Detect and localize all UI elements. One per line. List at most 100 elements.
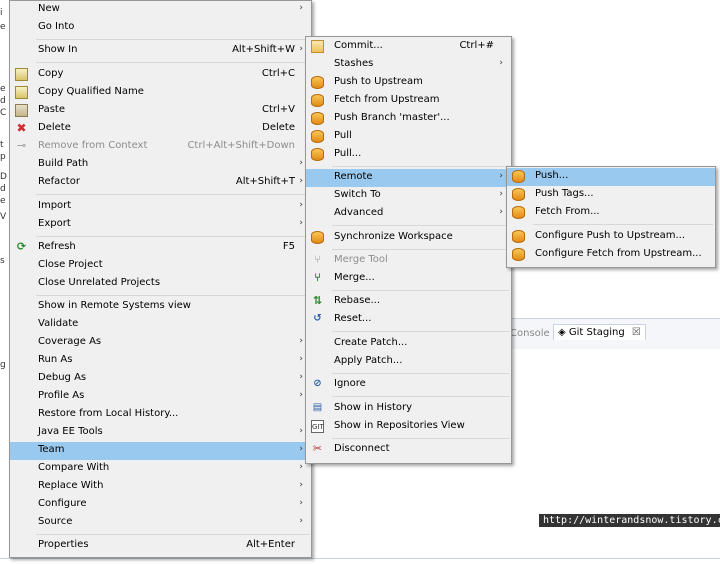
menu-item-new[interactable]: New › bbox=[10, 1, 311, 19]
menu-separator bbox=[332, 438, 509, 439]
menu-item-show-in-remote-systems[interactable]: Show in Remote Systems view bbox=[10, 298, 311, 316]
menu-item-debug-as[interactable]: Debug As › bbox=[10, 370, 311, 388]
merge-tool-icon: ⑂ bbox=[314, 253, 321, 266]
menu-item-copy-qualified-name[interactable]: Copy Qualified Name bbox=[10, 84, 311, 102]
menu-item-pull[interactable]: Pull bbox=[306, 128, 511, 146]
menu-item-close-project[interactable]: Close Project bbox=[10, 257, 311, 275]
submenu-arrow-icon: › bbox=[299, 3, 303, 13]
menu-item-reset[interactable]: ↺ Reset... bbox=[306, 311, 511, 329]
menu-separator bbox=[36, 194, 309, 195]
menu-item-compare-with[interactable]: Compare With › bbox=[10, 460, 311, 478]
remote-submenu: Push... Push Tags... Fetch From... Confi… bbox=[506, 166, 716, 268]
submenu-arrow-icon: › bbox=[499, 171, 503, 181]
commit-icon bbox=[311, 40, 324, 53]
menu-item-commit[interactable]: Commit... Ctrl+# bbox=[306, 38, 511, 56]
menu-item-merge-tool: ⑂ Merge Tool bbox=[306, 252, 511, 270]
submenu-arrow-icon: › bbox=[299, 390, 303, 400]
menu-item-coverage-as[interactable]: Coverage As › bbox=[10, 334, 311, 352]
menu-item-validate[interactable]: Validate bbox=[10, 316, 311, 334]
submenu-arrow-icon: › bbox=[299, 158, 303, 168]
menu-item-remote[interactable]: Remote › bbox=[306, 169, 511, 187]
console-tab[interactable]: Console bbox=[510, 328, 550, 339]
menu-separator bbox=[332, 396, 509, 397]
submenu-arrow-icon: › bbox=[299, 426, 303, 436]
paste-icon bbox=[15, 104, 28, 117]
menu-item-delete[interactable]: ✖ Delete Delete bbox=[10, 120, 311, 138]
git-staging-tab[interactable]: ◈ Git Staging ☒ bbox=[553, 324, 646, 340]
menu-item-apply-patch[interactable]: Apply Patch... bbox=[306, 353, 511, 371]
menu-item-pull-dialog[interactable]: Pull... bbox=[306, 146, 511, 164]
menu-item-refresh[interactable]: ⟳ Refresh F5 bbox=[10, 239, 311, 257]
menu-item-fetch-from[interactable]: Fetch From... bbox=[507, 204, 715, 222]
watermark-url: http://winterandsnow.tistory.com bbox=[539, 514, 720, 527]
menu-separator bbox=[36, 39, 309, 40]
menu-item-team[interactable]: Team › bbox=[10, 442, 311, 460]
git-staging-tab-label: Git Staging bbox=[568, 327, 625, 338]
menu-item-show-in[interactable]: Show In Alt+Shift+W › bbox=[10, 42, 311, 60]
menu-item-rebase[interactable]: ⇅ Rebase... bbox=[306, 293, 511, 311]
submenu-arrow-icon: › bbox=[299, 176, 303, 186]
menu-item-java-ee-tools[interactable]: Java EE Tools › bbox=[10, 424, 311, 442]
push-icon bbox=[311, 76, 324, 89]
menu-item-create-patch[interactable]: Create Patch... bbox=[306, 335, 511, 353]
menu-item-disconnect[interactable]: ✂ Disconnect bbox=[306, 441, 511, 459]
menu-item-replace-with[interactable]: Replace With › bbox=[10, 478, 311, 496]
menu-item-build-path[interactable]: Build Path › bbox=[10, 156, 311, 174]
close-tab-icon[interactable]: ☒ bbox=[632, 327, 641, 338]
menu-item-synchronize-workspace[interactable]: Synchronize Workspace bbox=[306, 229, 511, 247]
rebase-icon: ⇅ bbox=[312, 294, 323, 307]
refresh-icon: ⟳ bbox=[16, 240, 27, 253]
menu-item-push-to-upstream[interactable]: Push to Upstream bbox=[306, 74, 511, 92]
fetch-icon bbox=[311, 94, 324, 107]
menu-item-paste[interactable]: Paste Ctrl+V bbox=[10, 102, 311, 120]
menu-item-push[interactable]: Push... bbox=[507, 168, 715, 186]
menu-item-configure-fetch-upstream[interactable]: Configure Fetch from Upstream... bbox=[507, 246, 715, 264]
submenu-arrow-icon: › bbox=[299, 498, 303, 508]
submenu-arrow-icon: › bbox=[299, 218, 303, 228]
menu-item-show-in-repositories-view[interactable]: GIT Show in Repositories View bbox=[306, 418, 511, 436]
remove-from-context-icon: ⊸ bbox=[16, 139, 27, 152]
synchronize-icon bbox=[311, 231, 324, 244]
submenu-arrow-icon: › bbox=[299, 372, 303, 382]
menu-item-run-as[interactable]: Run As › bbox=[10, 352, 311, 370]
menu-item-switch-to[interactable]: Switch To › bbox=[306, 187, 511, 205]
push-branch-icon bbox=[311, 112, 324, 125]
submenu-arrow-icon: › bbox=[299, 444, 303, 454]
submenu-arrow-icon: › bbox=[299, 200, 303, 210]
menu-item-restore-local-history[interactable]: Restore from Local History... bbox=[10, 406, 311, 424]
push-tags-icon bbox=[512, 188, 525, 201]
menu-separator bbox=[332, 166, 509, 167]
menu-item-import[interactable]: Import › bbox=[10, 198, 311, 216]
pull-dialog-icon bbox=[311, 148, 324, 161]
menu-item-advanced[interactable]: Advanced › bbox=[306, 205, 511, 223]
menu-item-copy[interactable]: Copy Ctrl+C bbox=[10, 66, 311, 84]
pull-icon bbox=[311, 130, 324, 143]
menu-item-source[interactable]: Source › bbox=[10, 514, 311, 532]
push-icon bbox=[512, 170, 525, 183]
menu-item-fetch-from-upstream[interactable]: Fetch from Upstream bbox=[306, 92, 511, 110]
menu-item-merge[interactable]: ⑂ Merge... bbox=[306, 270, 511, 288]
menu-item-refactor[interactable]: Refactor Alt+Shift+T › bbox=[10, 174, 311, 192]
submenu-arrow-icon: › bbox=[499, 207, 503, 217]
menu-separator bbox=[332, 373, 509, 374]
menu-item-configure[interactable]: Configure › bbox=[10, 496, 311, 514]
menu-item-go-into[interactable]: Go Into bbox=[10, 19, 311, 37]
delete-icon: ✖ bbox=[16, 121, 27, 135]
submenu-arrow-icon: › bbox=[299, 516, 303, 526]
configure-push-icon bbox=[512, 230, 525, 243]
merge-icon: ⑂ bbox=[314, 271, 321, 284]
menu-item-stashes[interactable]: Stashes › bbox=[306, 56, 511, 74]
menu-item-export[interactable]: Export › bbox=[10, 216, 311, 234]
menu-item-show-in-history[interactable]: ▤ Show in History bbox=[306, 400, 511, 418]
submenu-arrow-icon: › bbox=[299, 480, 303, 490]
menu-item-ignore[interactable]: ⊘ Ignore bbox=[306, 376, 511, 394]
menu-separator bbox=[36, 62, 309, 63]
menu-item-configure-push-upstream[interactable]: Configure Push to Upstream... bbox=[507, 228, 715, 246]
menu-item-push-branch[interactable]: Push Branch 'master'... bbox=[306, 110, 511, 128]
menu-item-properties[interactable]: Properties Alt+Enter bbox=[10, 537, 311, 555]
git-staging-icon: ◈ bbox=[558, 327, 566, 338]
menu-item-close-unrelated-projects[interactable]: Close Unrelated Projects bbox=[10, 275, 311, 293]
menu-item-push-tags[interactable]: Push Tags... bbox=[507, 186, 715, 204]
menu-item-profile-as[interactable]: Profile As › bbox=[10, 388, 311, 406]
menu-separator bbox=[36, 236, 309, 237]
